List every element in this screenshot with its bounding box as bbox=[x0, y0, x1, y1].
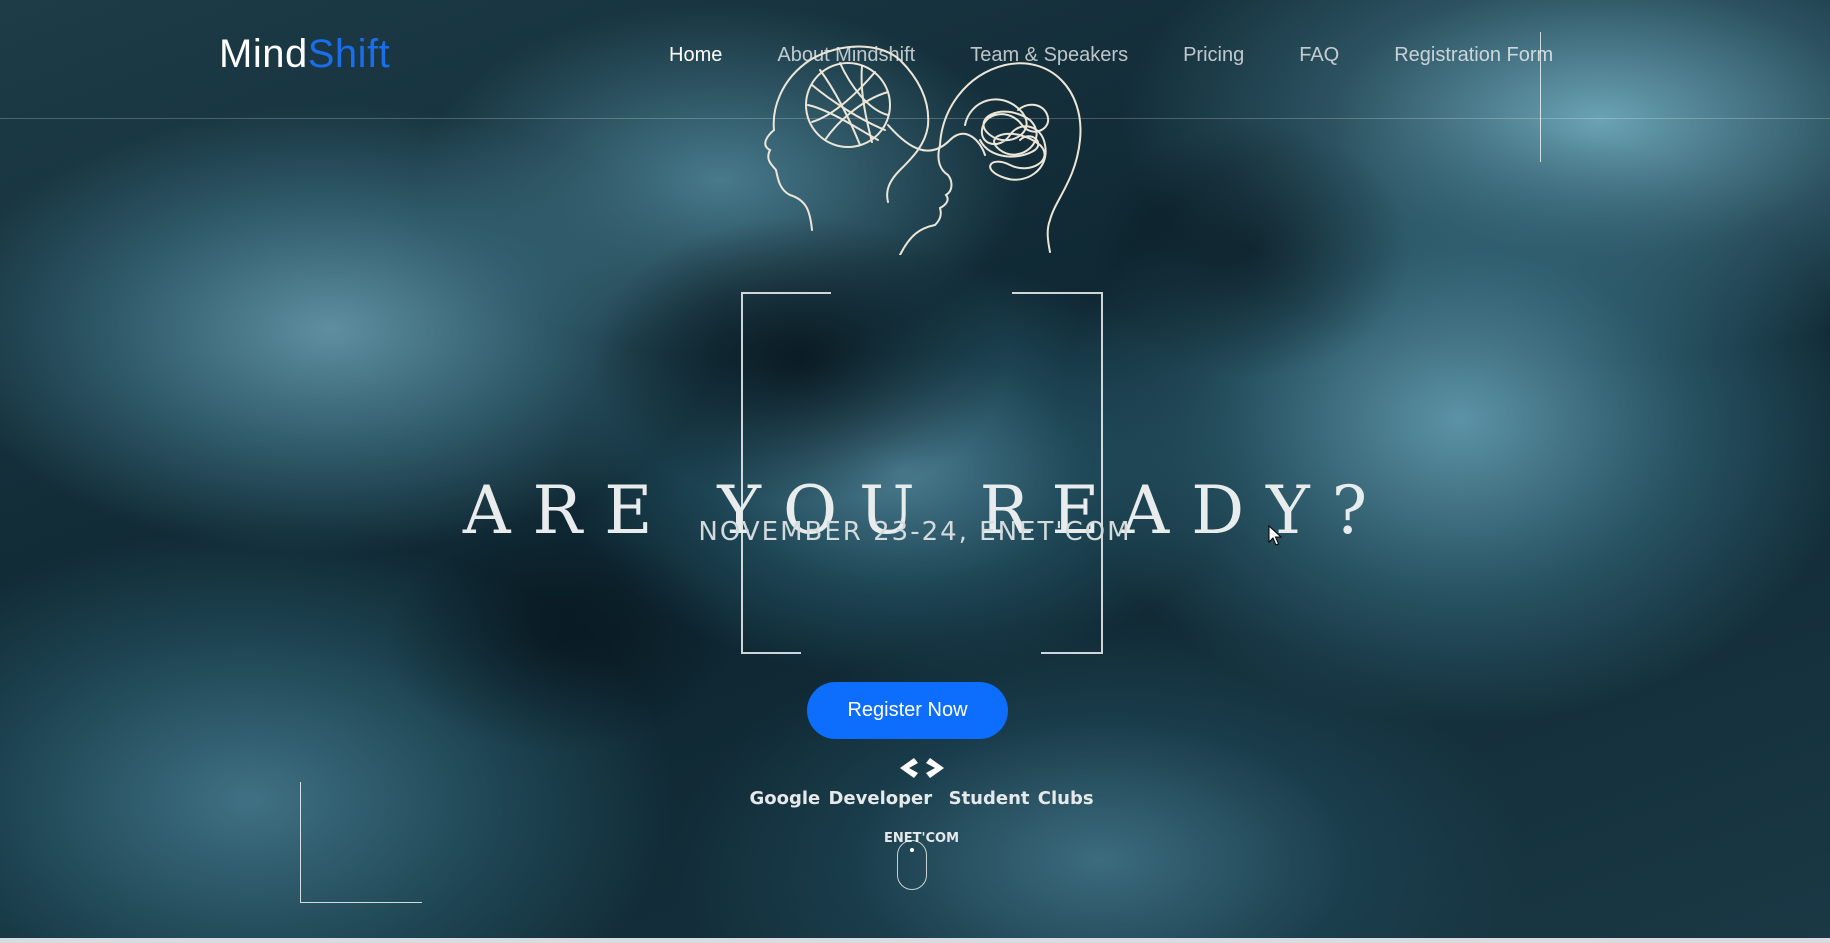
nav-link-pricing[interactable]: Pricing bbox=[1183, 44, 1244, 67]
scroll-down-indicator[interactable] bbox=[897, 840, 927, 890]
scroll-dot bbox=[910, 848, 914, 852]
event-date-location: NOVEMBER 23-24, ENET'COM bbox=[698, 517, 1132, 547]
decorative-corner-bracket bbox=[300, 782, 422, 903]
organizer-name: Google Developer Student Clubs bbox=[749, 788, 1094, 809]
bottom-edge-strip bbox=[0, 938, 1830, 943]
nav-link-faq[interactable]: FAQ bbox=[1299, 44, 1339, 67]
logo-part-mind: Mind bbox=[219, 32, 308, 76]
nav-link-registration-form[interactable]: Registration Form bbox=[1394, 44, 1553, 67]
register-now-button[interactable]: Register Now bbox=[807, 682, 1008, 739]
decorative-corner-line bbox=[1540, 32, 1541, 162]
nav-link-home[interactable]: Home bbox=[669, 44, 722, 67]
tangled-thoughts-heads-icon bbox=[764, 45, 1082, 255]
logo-part-shift: Shift bbox=[307, 32, 391, 76]
gdsc-brackets-icon bbox=[900, 758, 944, 778]
mouse-cursor-icon bbox=[1268, 525, 1282, 546]
site-logo[interactable]: MindShift bbox=[219, 32, 390, 77]
